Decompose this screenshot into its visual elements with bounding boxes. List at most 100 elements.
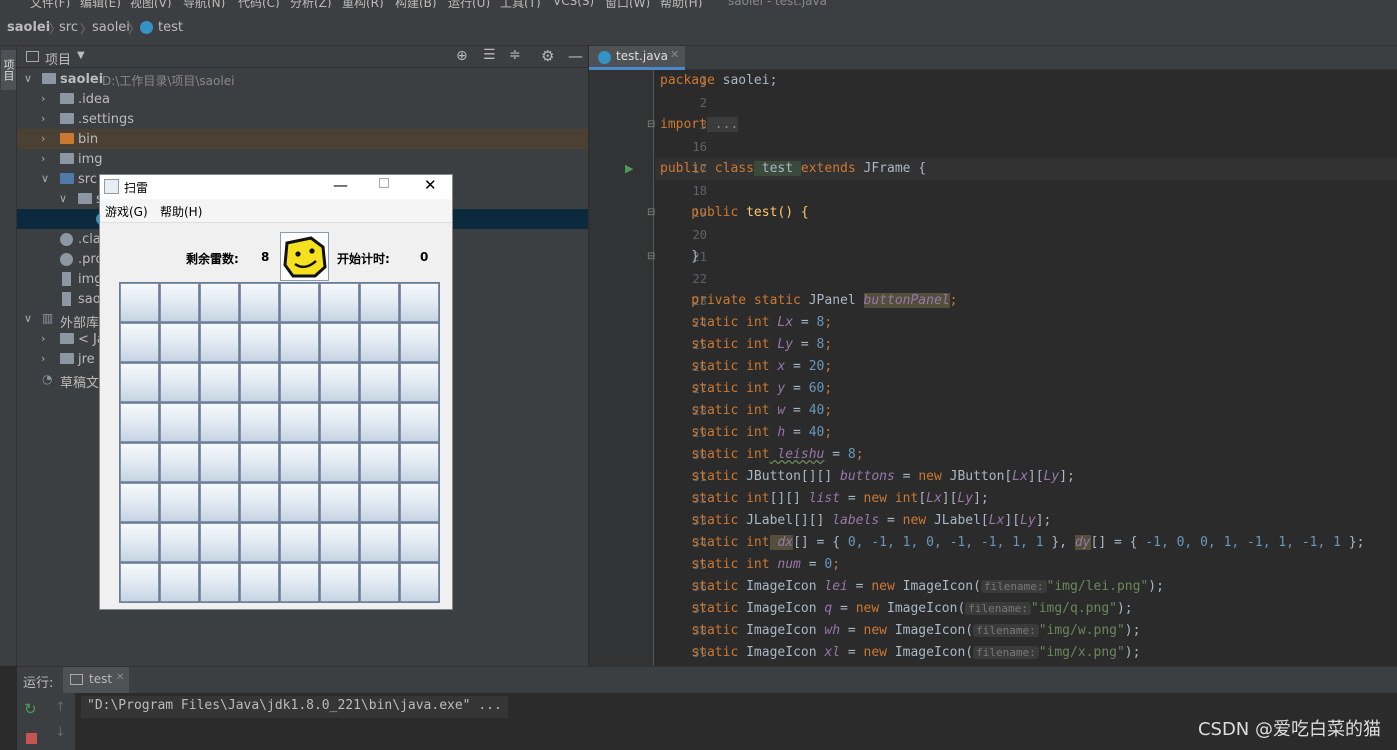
mine-cell-button[interactable] bbox=[160, 483, 199, 522]
smiley-face-button[interactable] bbox=[280, 232, 329, 281]
mine-cell-button[interactable] bbox=[360, 323, 399, 362]
breadcrumb-src[interactable]: src bbox=[59, 20, 78, 35]
mine-cell-button[interactable] bbox=[320, 403, 359, 442]
mine-cell-button[interactable] bbox=[200, 523, 239, 562]
window-titlebar[interactable]: 扫雷 — ✕ bbox=[100, 175, 452, 199]
mine-cell-button[interactable] bbox=[120, 443, 159, 482]
maximize-button[interactable] bbox=[379, 178, 389, 188]
run-tab-test[interactable]: test ✕ bbox=[63, 667, 129, 693]
menu-navigate[interactable]: 导航(N) bbox=[183, 0, 225, 8]
mine-cell-button[interactable] bbox=[400, 403, 439, 442]
tree-item-img[interactable]: › img bbox=[17, 149, 588, 169]
fold-icon[interactable]: ⊟ bbox=[647, 119, 655, 130]
mine-cell-button[interactable] bbox=[360, 523, 399, 562]
menu-file[interactable]: 文件(F) bbox=[30, 0, 70, 8]
menu-view[interactable]: 视图(V) bbox=[130, 0, 172, 8]
mine-cell-button[interactable] bbox=[400, 363, 439, 402]
mine-cell-button[interactable] bbox=[400, 523, 439, 562]
mine-cell-button[interactable] bbox=[120, 363, 159, 402]
mine-cell-button[interactable] bbox=[240, 563, 279, 602]
mine-cell-button[interactable] bbox=[200, 443, 239, 482]
mine-cell-button[interactable] bbox=[320, 363, 359, 402]
rerun-icon[interactable]: ↻ bbox=[24, 700, 37, 718]
mine-cell-button[interactable] bbox=[360, 483, 399, 522]
arrow-up-icon[interactable]: ↑ bbox=[55, 700, 66, 715]
mine-cell-button[interactable] bbox=[280, 363, 319, 402]
mine-cell-button[interactable] bbox=[200, 363, 239, 402]
menu-window[interactable]: 窗口(W) bbox=[605, 0, 650, 8]
mine-cell-button[interactable] bbox=[360, 363, 399, 402]
mine-cell-button[interactable] bbox=[280, 403, 319, 442]
minimize-button[interactable]: — bbox=[333, 176, 348, 194]
mine-cell-button[interactable] bbox=[120, 523, 159, 562]
mine-cell-button[interactable] bbox=[320, 283, 359, 322]
mine-cell-button[interactable] bbox=[400, 443, 439, 482]
mine-cell-button[interactable] bbox=[160, 523, 199, 562]
tab-test-java[interactable]: test.java ✕ bbox=[589, 46, 685, 70]
gear-icon[interactable]: ⚙ bbox=[541, 47, 554, 65]
mine-cell-button[interactable] bbox=[240, 483, 279, 522]
menu-run[interactable]: 运行(U) bbox=[448, 0, 490, 8]
menu-help[interactable]: 帮助(H) bbox=[660, 0, 702, 8]
mine-cell-button[interactable] bbox=[360, 443, 399, 482]
code-editor[interactable]: ▶ ⊟ ⊟ ⊟ 1 2 3 16 17 18 19 20 21 22 23 24… bbox=[589, 70, 1397, 666]
breadcrumb-class[interactable]: test bbox=[158, 20, 183, 35]
menu-refactor[interactable]: 重构(R) bbox=[342, 0, 384, 8]
menu-tools[interactable]: 工具(T) bbox=[500, 0, 541, 8]
menu-edit[interactable]: 编辑(E) bbox=[80, 0, 121, 8]
mine-cell-button[interactable] bbox=[320, 523, 359, 562]
collapse-all-icon[interactable]: ≑ bbox=[509, 47, 521, 63]
mine-cell-button[interactable] bbox=[200, 323, 239, 362]
menu-game[interactable]: 游戏(G) bbox=[105, 203, 148, 220]
mine-cell-button[interactable] bbox=[280, 523, 319, 562]
mine-cell-button[interactable] bbox=[120, 403, 159, 442]
project-tool-tab[interactable]: 项目 bbox=[1, 50, 16, 90]
arrow-down-icon[interactable]: ↓ bbox=[55, 725, 66, 740]
console-output[interactable]: "D:\Program Files\Java\jdk1.8.0_221\bin\… bbox=[81, 696, 508, 718]
stop-icon[interactable] bbox=[26, 733, 37, 744]
mine-cell-button[interactable] bbox=[400, 483, 439, 522]
mine-cell-button[interactable] bbox=[160, 283, 199, 322]
menu-analyze[interactable]: 分析(Z) bbox=[290, 0, 332, 8]
mine-cell-button[interactable] bbox=[400, 563, 439, 602]
mine-cell-button[interactable] bbox=[240, 363, 279, 402]
breadcrumb-project[interactable]: saolei bbox=[7, 20, 50, 35]
mine-cell-button[interactable] bbox=[240, 323, 279, 362]
mine-cell-button[interactable] bbox=[400, 283, 439, 322]
mine-cell-button[interactable] bbox=[280, 563, 319, 602]
project-view-label[interactable]: 项目 bbox=[45, 49, 71, 68]
mine-cell-button[interactable] bbox=[120, 323, 159, 362]
locate-icon[interactable]: ⊕ bbox=[456, 48, 468, 64]
mine-cell-button[interactable] bbox=[160, 403, 199, 442]
close-icon[interactable]: ✕ bbox=[670, 48, 679, 61]
mine-cell-button[interactable] bbox=[240, 283, 279, 322]
expand-all-icon[interactable]: ☰ bbox=[483, 47, 496, 63]
mine-cell-button[interactable] bbox=[320, 443, 359, 482]
mine-cell-button[interactable] bbox=[160, 323, 199, 362]
mine-cell-button[interactable] bbox=[120, 283, 159, 322]
breadcrumb-package[interactable]: saolei bbox=[92, 20, 130, 35]
mine-cell-button[interactable] bbox=[200, 483, 239, 522]
mine-cell-button[interactable] bbox=[320, 483, 359, 522]
mine-cell-button[interactable] bbox=[320, 323, 359, 362]
mine-cell-button[interactable] bbox=[160, 563, 199, 602]
mine-cell-button[interactable] bbox=[160, 443, 199, 482]
mine-cell-button[interactable] bbox=[360, 563, 399, 602]
run-gutter-icon[interactable]: ▶ bbox=[625, 162, 633, 175]
mine-cell-button[interactable] bbox=[320, 563, 359, 602]
mine-cell-button[interactable] bbox=[360, 403, 399, 442]
mine-cell-button[interactable] bbox=[240, 523, 279, 562]
mine-cell-button[interactable] bbox=[200, 283, 239, 322]
mine-cell-button[interactable] bbox=[280, 443, 319, 482]
minimize-icon[interactable]: — bbox=[568, 47, 583, 65]
mine-cell-button[interactable] bbox=[200, 403, 239, 442]
mine-cell-button[interactable] bbox=[240, 443, 279, 482]
mine-cell-button[interactable] bbox=[120, 563, 159, 602]
menu-game-help[interactable]: 帮助(H) bbox=[160, 203, 202, 220]
close-icon[interactable]: ✕ bbox=[116, 672, 124, 683]
menu-vcs[interactable]: VCS(S) bbox=[553, 0, 594, 8]
mine-cell-button[interactable] bbox=[280, 323, 319, 362]
mine-cell-button[interactable] bbox=[400, 323, 439, 362]
mine-cell-button[interactable] bbox=[240, 403, 279, 442]
mine-cell-button[interactable] bbox=[120, 483, 159, 522]
